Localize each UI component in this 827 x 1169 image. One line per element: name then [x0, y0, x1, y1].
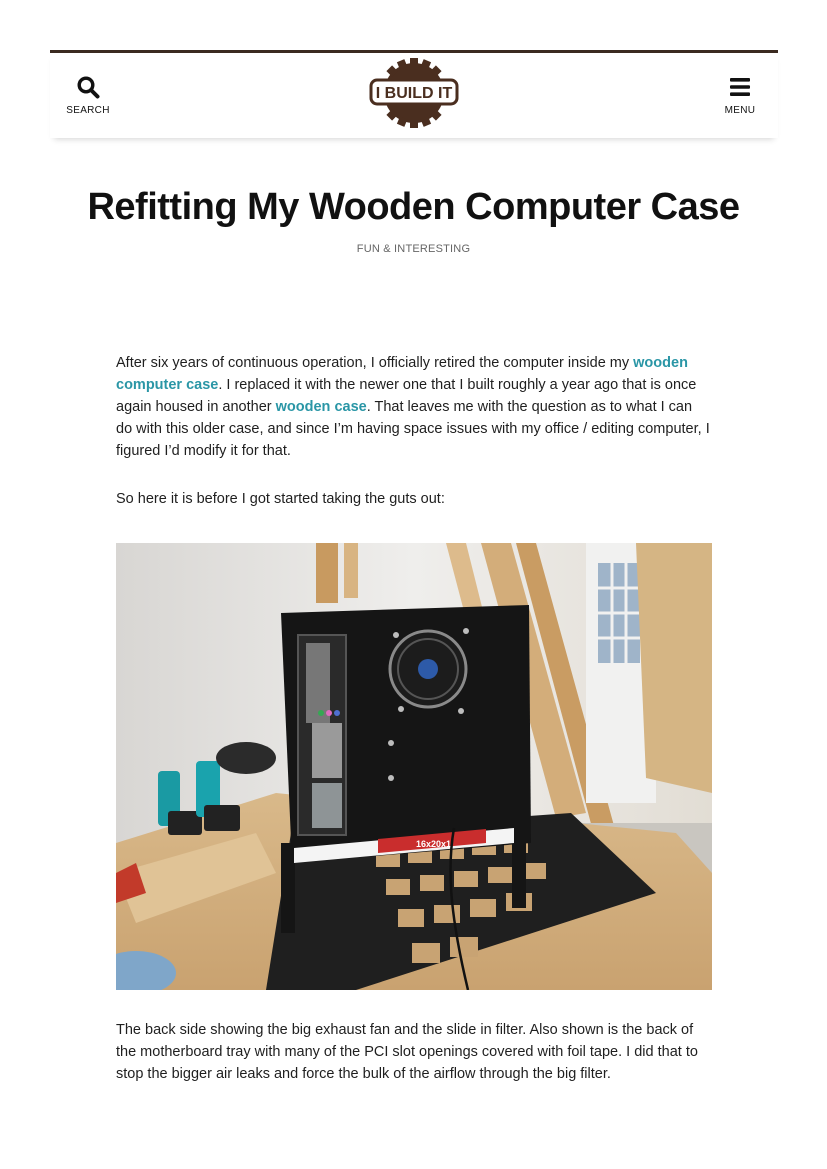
filter-size-label: 16x20x1 [416, 839, 451, 849]
site-header: SEARCH I BUILD IT MENU [50, 50, 778, 138]
menu-button[interactable]: MENU [710, 75, 770, 116]
intro-text-1: After six years of continuous operation,… [116, 355, 634, 371]
wooden-case-link[interactable]: wooden case [276, 399, 367, 415]
search-icon [77, 76, 100, 99]
search-button[interactable]: SEARCH [58, 75, 118, 116]
category-link[interactable]: FUN & INTERESTING [0, 243, 827, 255]
site-logo[interactable]: I BUILD IT [369, 55, 459, 131]
search-label: SEARCH [66, 105, 110, 116]
computer-case-photo: 16x20x1 [116, 543, 712, 990]
menu-label: MENU [724, 105, 756, 116]
intro-paragraph: After six years of continuous operation,… [116, 352, 712, 462]
caption-paragraph: The back side showing the big exhaust fa… [116, 1022, 698, 1082]
logo-text: I BUILD IT [376, 85, 453, 102]
hamburger-menu-icon [730, 78, 750, 96]
page-title: Refitting My Wooden Computer Case [87, 186, 740, 228]
before-paragraph: So here it is before I got started takin… [116, 491, 445, 507]
